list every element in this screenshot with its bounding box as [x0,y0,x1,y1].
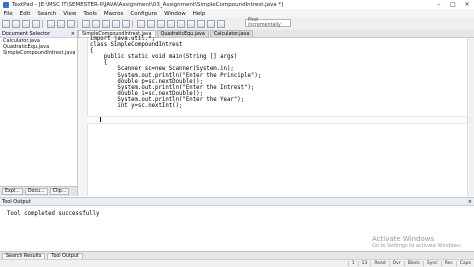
activate-windows-watermark: Activate Windows Go to Settings to activ… [372,235,462,250]
menu-view[interactable]: View [60,11,80,17]
textpad-app-icon [3,1,9,8]
tab-documents[interactable]: Docu... [24,188,48,195]
document-selector-title: Document Selector [2,30,51,37]
toolbar-separator [132,20,133,28]
file-item-simplecompoundintrest[interactable]: SimpleCompoundIntrest.java [0,50,77,56]
code-line: public static void main(String [] args) [90,54,238,61]
menu-tools[interactable]: Tools [80,11,101,17]
toolbar-separator [42,20,43,28]
copy-icon[interactable] [92,20,100,28]
new-file-icon[interactable] [2,20,10,28]
close-icon[interactable]: ✕ [460,0,474,9]
indent-icon[interactable] [137,20,145,28]
code-line: System.out.println("Enter the Intrest"); [90,84,255,91]
maximize-icon[interactable]: □ [446,0,460,9]
document-selector-panel: Document Selector × Calculator.java Quad… [0,30,78,196]
print-preview-icon[interactable] [57,20,65,28]
text-cursor [100,117,101,122]
menu-search[interactable]: Search [34,11,60,17]
menu-window[interactable]: Window [161,11,190,17]
panel-close-icon[interactable]: × [71,31,75,37]
redo-icon[interactable] [122,20,130,28]
tool-output-text: Tool completed successfully [7,211,100,217]
cut-icon[interactable] [82,20,90,28]
paste-icon[interactable] [102,20,110,28]
print-icon[interactable] [47,20,55,28]
find-in-files-icon[interactable] [197,20,205,28]
code-editor[interactable]: import java.util.*; class SimpleCompound… [78,36,474,196]
status-ovr: Ovr [388,261,404,266]
menu-bar: File Edit Search View Tools Macros Confi… [0,9,474,18]
outdent-icon[interactable] [147,20,155,28]
document-selector-tabs: Expl... Docu... Clip... [0,186,77,196]
status-read: Read [370,261,388,266]
menu-macros[interactable]: Macros [100,11,127,17]
word-wrap-icon[interactable] [157,20,165,28]
status-column: 13 [357,261,371,266]
status-line: 1 [347,261,358,266]
undo-icon[interactable] [112,20,120,28]
paragraph-icon[interactable] [167,20,175,28]
window-title: TextPad - [E:\MSC IT\SEMESTER-II\JAVA\As… [12,1,284,8]
code-text[interactable]: import java.util.*; class SimpleCompound… [90,36,261,121]
run-icon[interactable] [207,20,215,28]
toolbar-separator [77,20,78,28]
compile-icon[interactable] [217,20,225,28]
status-caps: Caps [455,261,474,266]
find-icon[interactable] [177,20,185,28]
minimize-icon[interactable]: – [432,0,446,9]
tab-explorer[interactable]: Expl... [2,188,23,195]
open-file-icon[interactable] [12,20,20,28]
status-rec: Rec [440,261,456,266]
watermark-title: Activate Windows [372,235,435,243]
code-line: System.out.println("Enter the Principle"… [90,72,262,79]
find-incrementally-input[interactable]: Find incrementally [245,18,291,28]
spell-check-icon[interactable] [67,20,75,28]
save-all-icon[interactable] [32,20,40,28]
menu-file[interactable]: File [0,11,16,17]
menu-configure[interactable]: Configure [127,11,161,17]
document-selector-header: Document Selector × [0,30,77,38]
tool-output-header: Tool Output × [0,198,474,206]
menu-help[interactable]: Help [189,11,209,17]
watermark-subtitle: Go to Settings to activate Windows. [372,243,462,249]
menu-edit[interactable]: Edit [16,11,34,17]
status-block: Block [403,261,423,266]
panel-close-icon[interactable]: × [468,199,472,205]
save-icon[interactable] [22,20,30,28]
vertical-scrollbar[interactable] [467,38,474,196]
tool-output-title: Tool Output [2,198,31,205]
replace-icon[interactable] [187,20,195,28]
status-sync: Sync [422,261,441,266]
tab-clip-library[interactable]: Clip... [49,188,70,195]
